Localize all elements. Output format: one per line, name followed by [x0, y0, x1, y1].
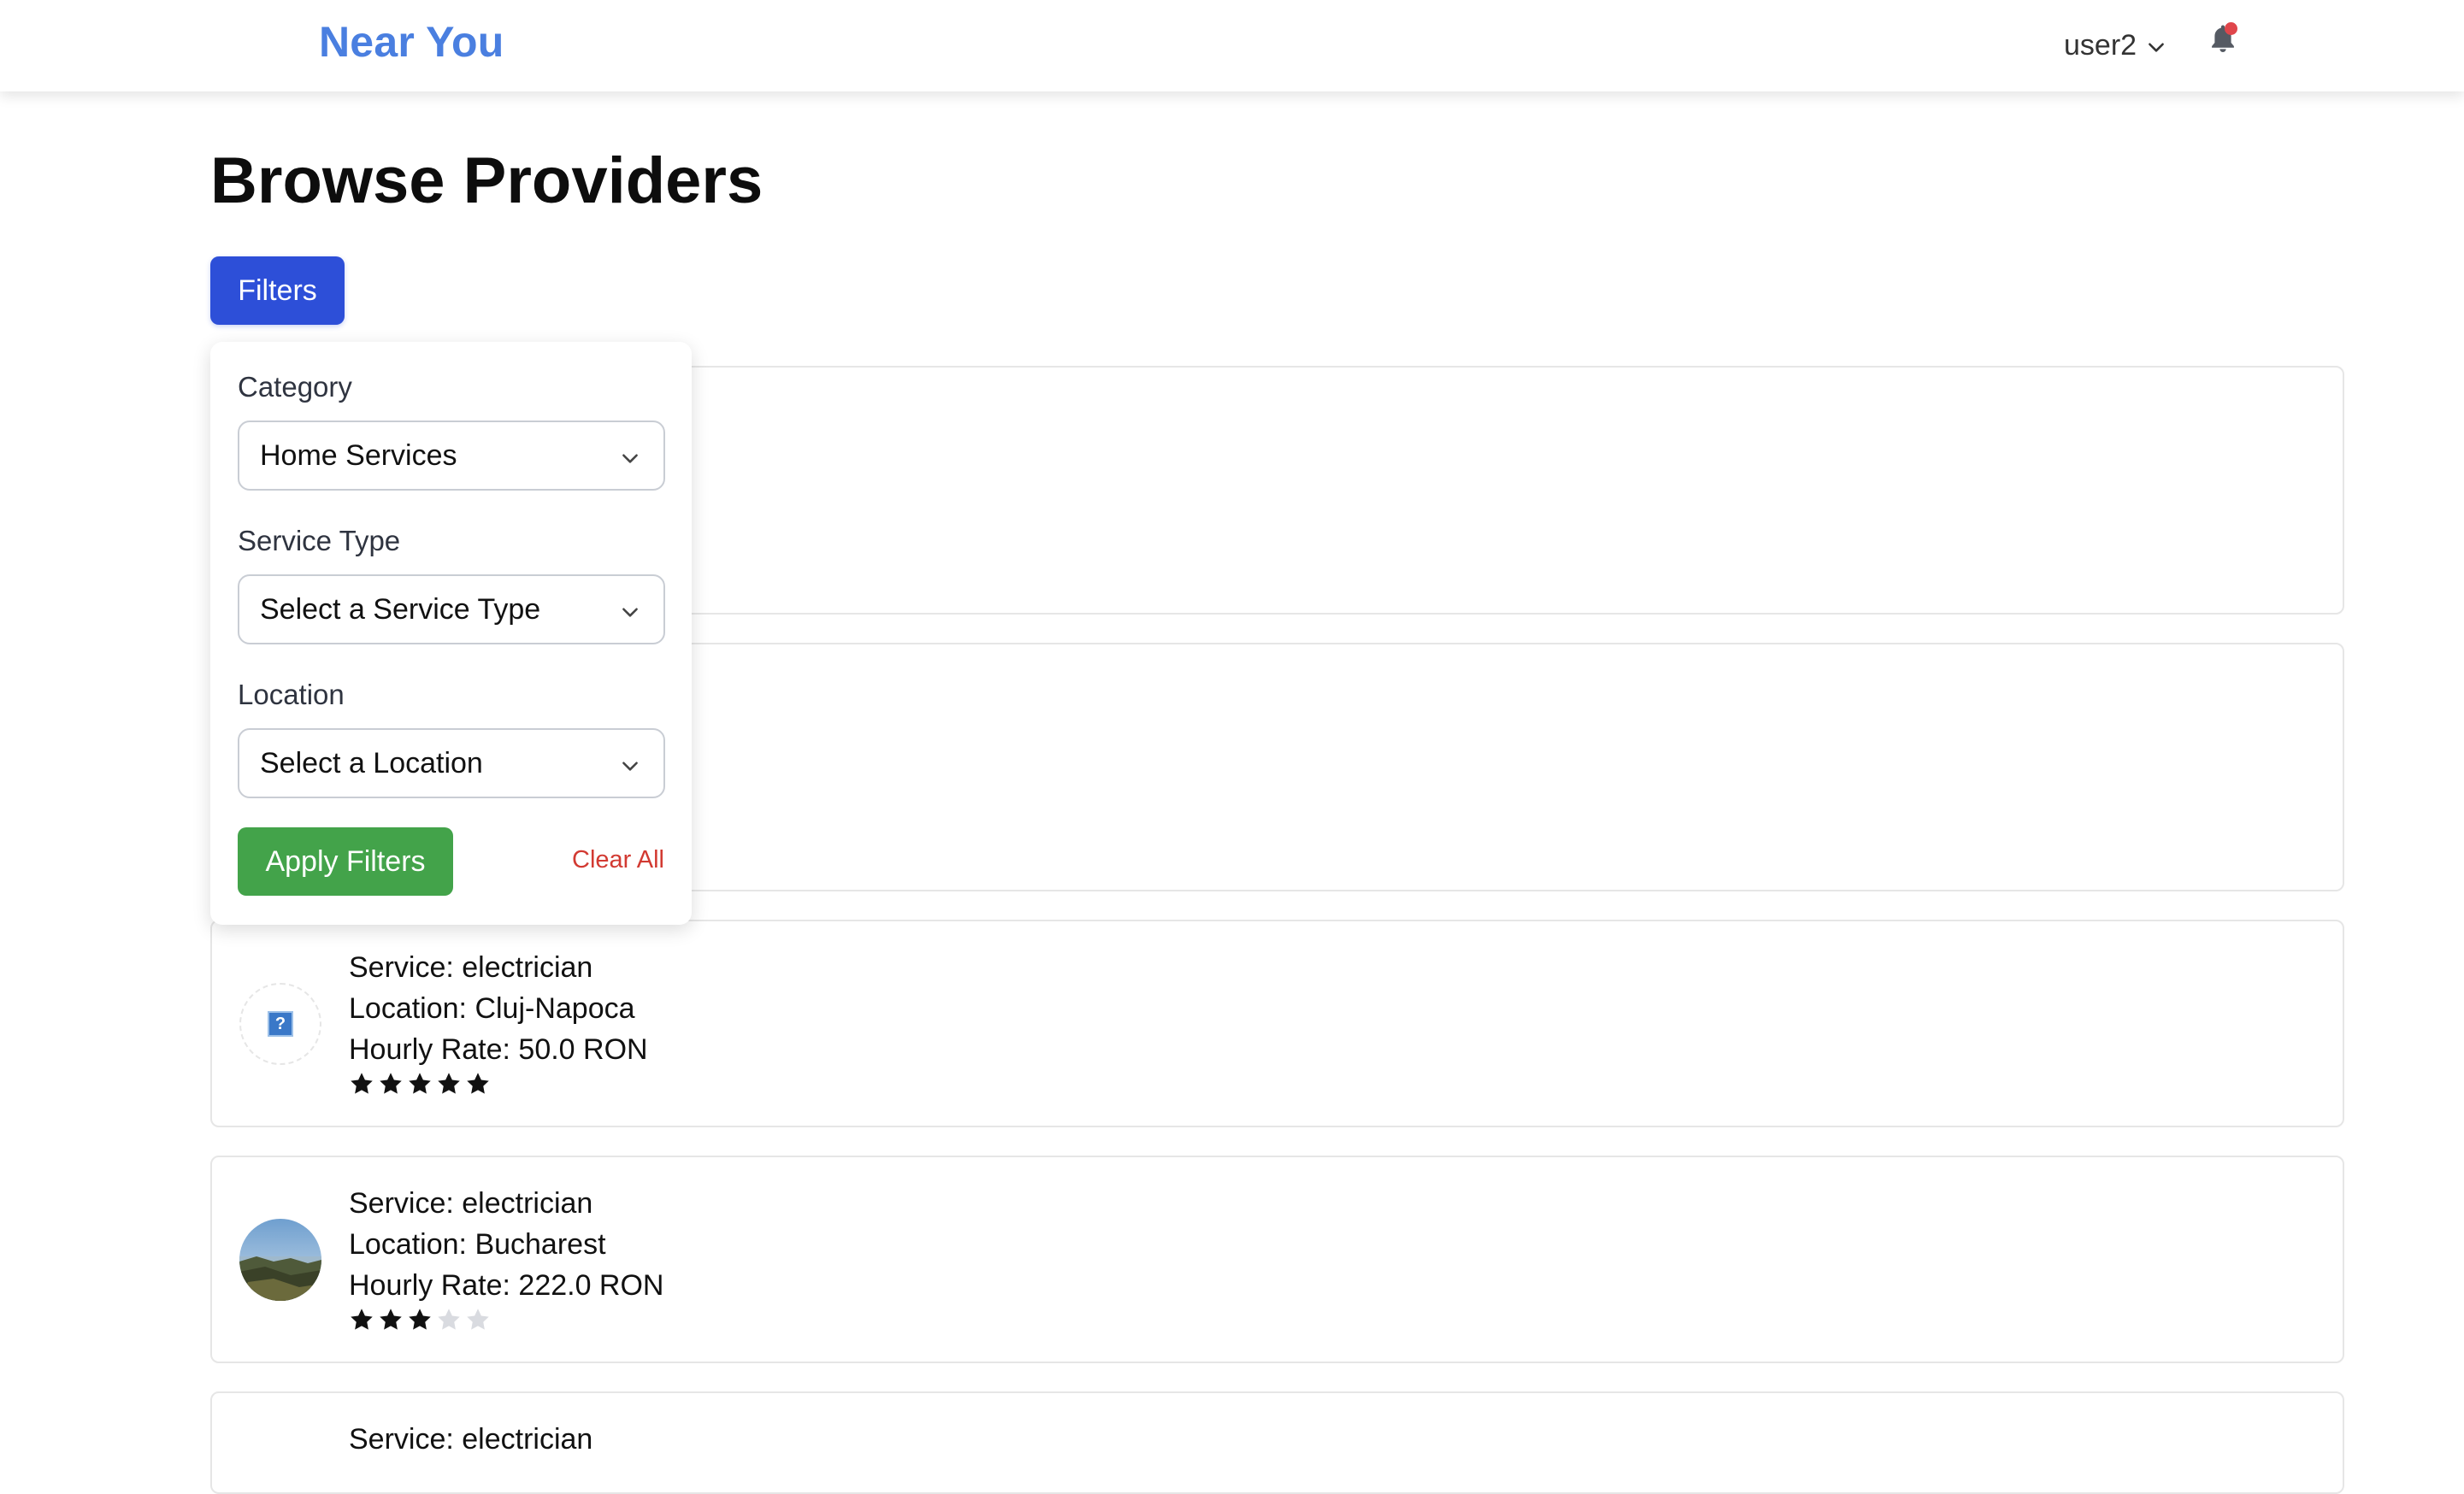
provider-service: Service: electrician [349, 1187, 593, 1220]
provider-card[interactable]: ? Service: electrician Location: Cluj-Na… [210, 920, 2344, 1127]
provider-info: Service: electrician Location: Cluj-Napo… [349, 947, 648, 1097]
notification-dot [2225, 22, 2237, 35]
star-icon [351, 1309, 373, 1330]
service-type-select[interactable]: Select a Service Type [238, 574, 665, 644]
chevron-down-icon [622, 608, 638, 617]
provider-card[interactable]: Service: electrician [210, 1391, 2344, 1494]
star-icon [467, 1073, 489, 1094]
user-menu[interactable]: user2 [2064, 24, 2167, 67]
star-icon [351, 1073, 373, 1094]
chevron-down-icon [622, 762, 638, 771]
provider-info: Service: electrician Location: Bucharest… [349, 1183, 664, 1333]
filter-panel: Category Home Services Service Type Sele… [210, 342, 692, 925]
star-icon [438, 1073, 460, 1094]
provider-location: Location: Bucharest [349, 1228, 606, 1261]
star-icon [380, 1073, 402, 1094]
broken-image-icon: ? [268, 1011, 293, 1037]
location-select[interactable]: Select a Location [238, 728, 665, 798]
filters-toggle-button[interactable]: Filters [210, 256, 345, 325]
top-navbar: Near You user2 [0, 0, 2464, 91]
star-icon [438, 1309, 460, 1330]
page-title: Browse Providers [210, 144, 763, 217]
landscape-photo [239, 1219, 321, 1301]
apply-filters-button[interactable]: Apply Filters [238, 827, 453, 896]
category-select[interactable]: Home Services [238, 421, 665, 491]
location-value: Select a Location [260, 746, 483, 779]
rating-stars [349, 1306, 664, 1333]
star-icon [409, 1073, 431, 1094]
provider-info: Service: electrician [349, 1419, 592, 1460]
provider-rate: Hourly Rate: 50.0 RON [349, 1033, 648, 1066]
provider-location: Location: Cluj-Napoca [349, 992, 635, 1025]
chevron-down-icon [622, 454, 638, 463]
service-type-value: Select a Service Type [260, 592, 541, 626]
service-type-label: Service Type [238, 525, 401, 556]
provider-service: Service: electrician [349, 1423, 593, 1456]
star-icon [380, 1309, 402, 1330]
notifications-button[interactable] [2204, 19, 2245, 60]
category-label: Category [238, 371, 352, 403]
provider-avatar: ? [239, 983, 321, 1065]
provider-avatar [239, 1219, 321, 1301]
brand-logo[interactable]: Near You [319, 17, 504, 67]
rating-stars [349, 1070, 648, 1097]
star-icon [467, 1309, 489, 1330]
location-label: Location [238, 679, 345, 710]
provider-card[interactable]: Service: electrician Location: Bucharest… [210, 1156, 2344, 1363]
category-value: Home Services [260, 438, 457, 472]
chevron-down-icon [2149, 43, 2164, 52]
provider-rate: Hourly Rate: 222.0 RON [349, 1269, 664, 1302]
clear-all-link[interactable]: Clear All [572, 846, 664, 874]
star-icon [409, 1309, 431, 1330]
provider-service: Service: electrician [349, 951, 593, 984]
user-name: user2 [2064, 28, 2137, 62]
